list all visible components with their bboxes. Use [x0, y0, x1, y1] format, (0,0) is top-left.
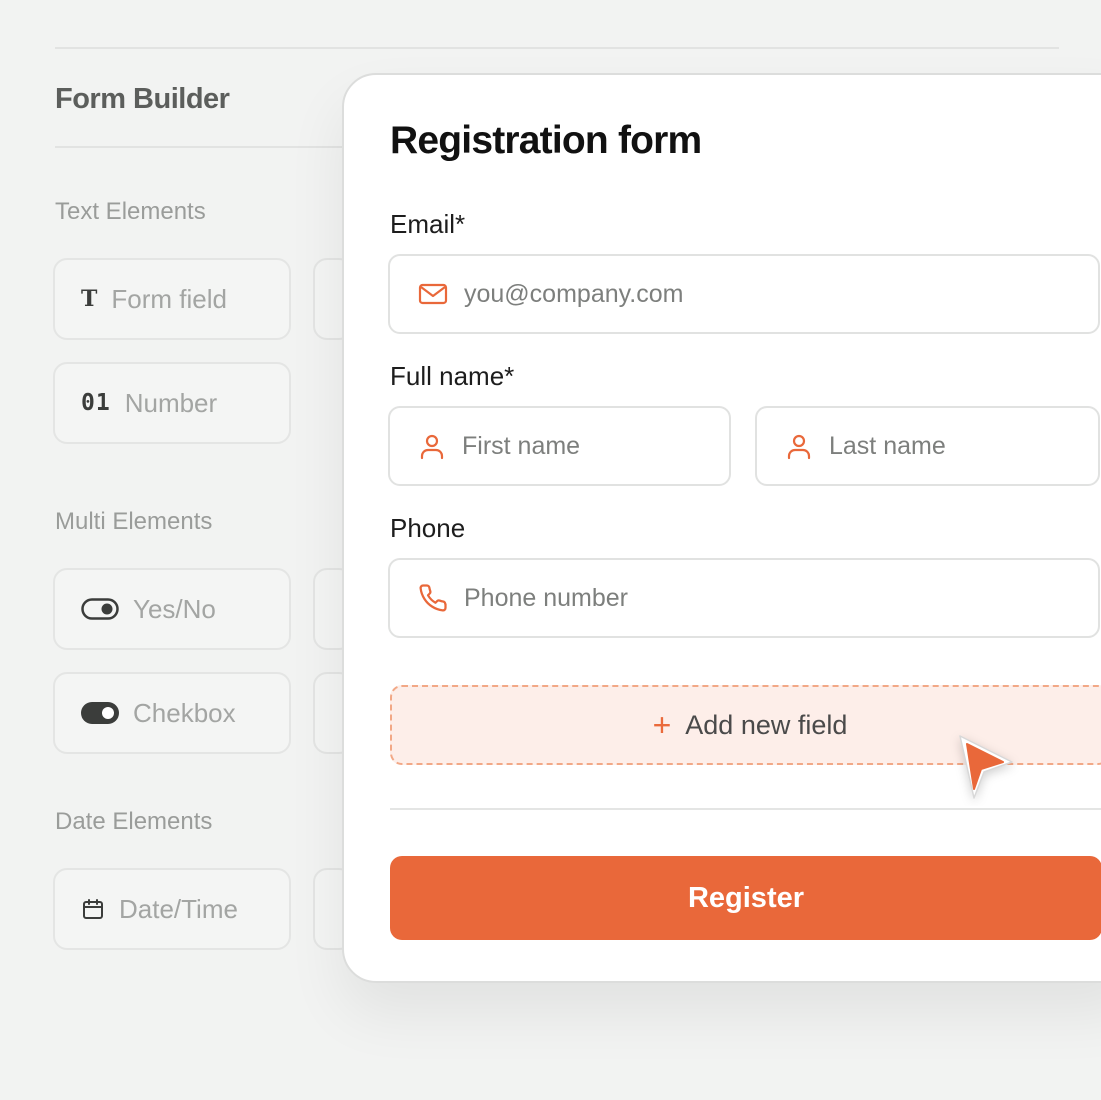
element-label: Yes/No	[133, 593, 216, 624]
element-date-time[interactable]: Date/Time	[53, 868, 291, 950]
sidebar-title: Form Builder	[55, 83, 230, 115]
element-number[interactable]: 01 Number	[53, 362, 291, 444]
calendar-icon	[81, 897, 105, 921]
element-label: Number	[124, 387, 218, 418]
top-divider	[55, 47, 1059, 49]
phone-placeholder: Phone number	[464, 583, 629, 612]
form-title: Registration form	[390, 119, 702, 162]
section-label-multi: Multi Elements	[55, 508, 213, 535]
user-icon	[418, 432, 446, 460]
element-label: Date/Time	[119, 893, 238, 924]
toggle-on-icon	[81, 702, 119, 724]
mail-icon	[418, 282, 448, 306]
element-label: Chekbox	[133, 697, 236, 728]
first-name-placeholder: First name	[462, 431, 581, 460]
email-placeholder: you@company.com	[464, 279, 684, 308]
user-icon	[785, 432, 813, 460]
first-name-field[interactable]: First name	[388, 406, 731, 486]
register-button[interactable]: Register	[390, 856, 1101, 940]
text-type-icon: T	[81, 286, 98, 312]
last-name-placeholder: Last name	[829, 431, 946, 460]
sidebar-title-divider	[55, 146, 355, 148]
phone-field[interactable]: Phone number	[388, 558, 1100, 638]
plus-icon: +	[652, 707, 672, 743]
registration-form-card: Registration form Email* you@company.com…	[342, 73, 1101, 983]
section-label-text: Text Elements	[55, 198, 206, 225]
element-yes-no[interactable]: Yes/No	[53, 568, 291, 650]
email-field[interactable]: you@company.com	[388, 254, 1100, 334]
full-name-label: Full name*	[390, 361, 515, 391]
add-new-field-label: Add new field	[685, 709, 848, 740]
pointer-cursor-icon	[959, 735, 1013, 799]
phone-icon	[418, 583, 448, 613]
phone-label: Phone	[390, 513, 466, 543]
last-name-field[interactable]: Last name	[755, 406, 1100, 486]
toggle-off-icon	[81, 598, 119, 620]
element-form-field[interactable]: T Form field	[53, 258, 291, 340]
element-label: Form field	[111, 283, 227, 314]
element-checkbox[interactable]: Chekbox	[53, 672, 291, 754]
email-label: Email*	[390, 209, 466, 239]
form-divider	[390, 808, 1101, 810]
section-label-date: Date Elements	[55, 808, 213, 835]
number-icon: 01	[81, 390, 111, 416]
